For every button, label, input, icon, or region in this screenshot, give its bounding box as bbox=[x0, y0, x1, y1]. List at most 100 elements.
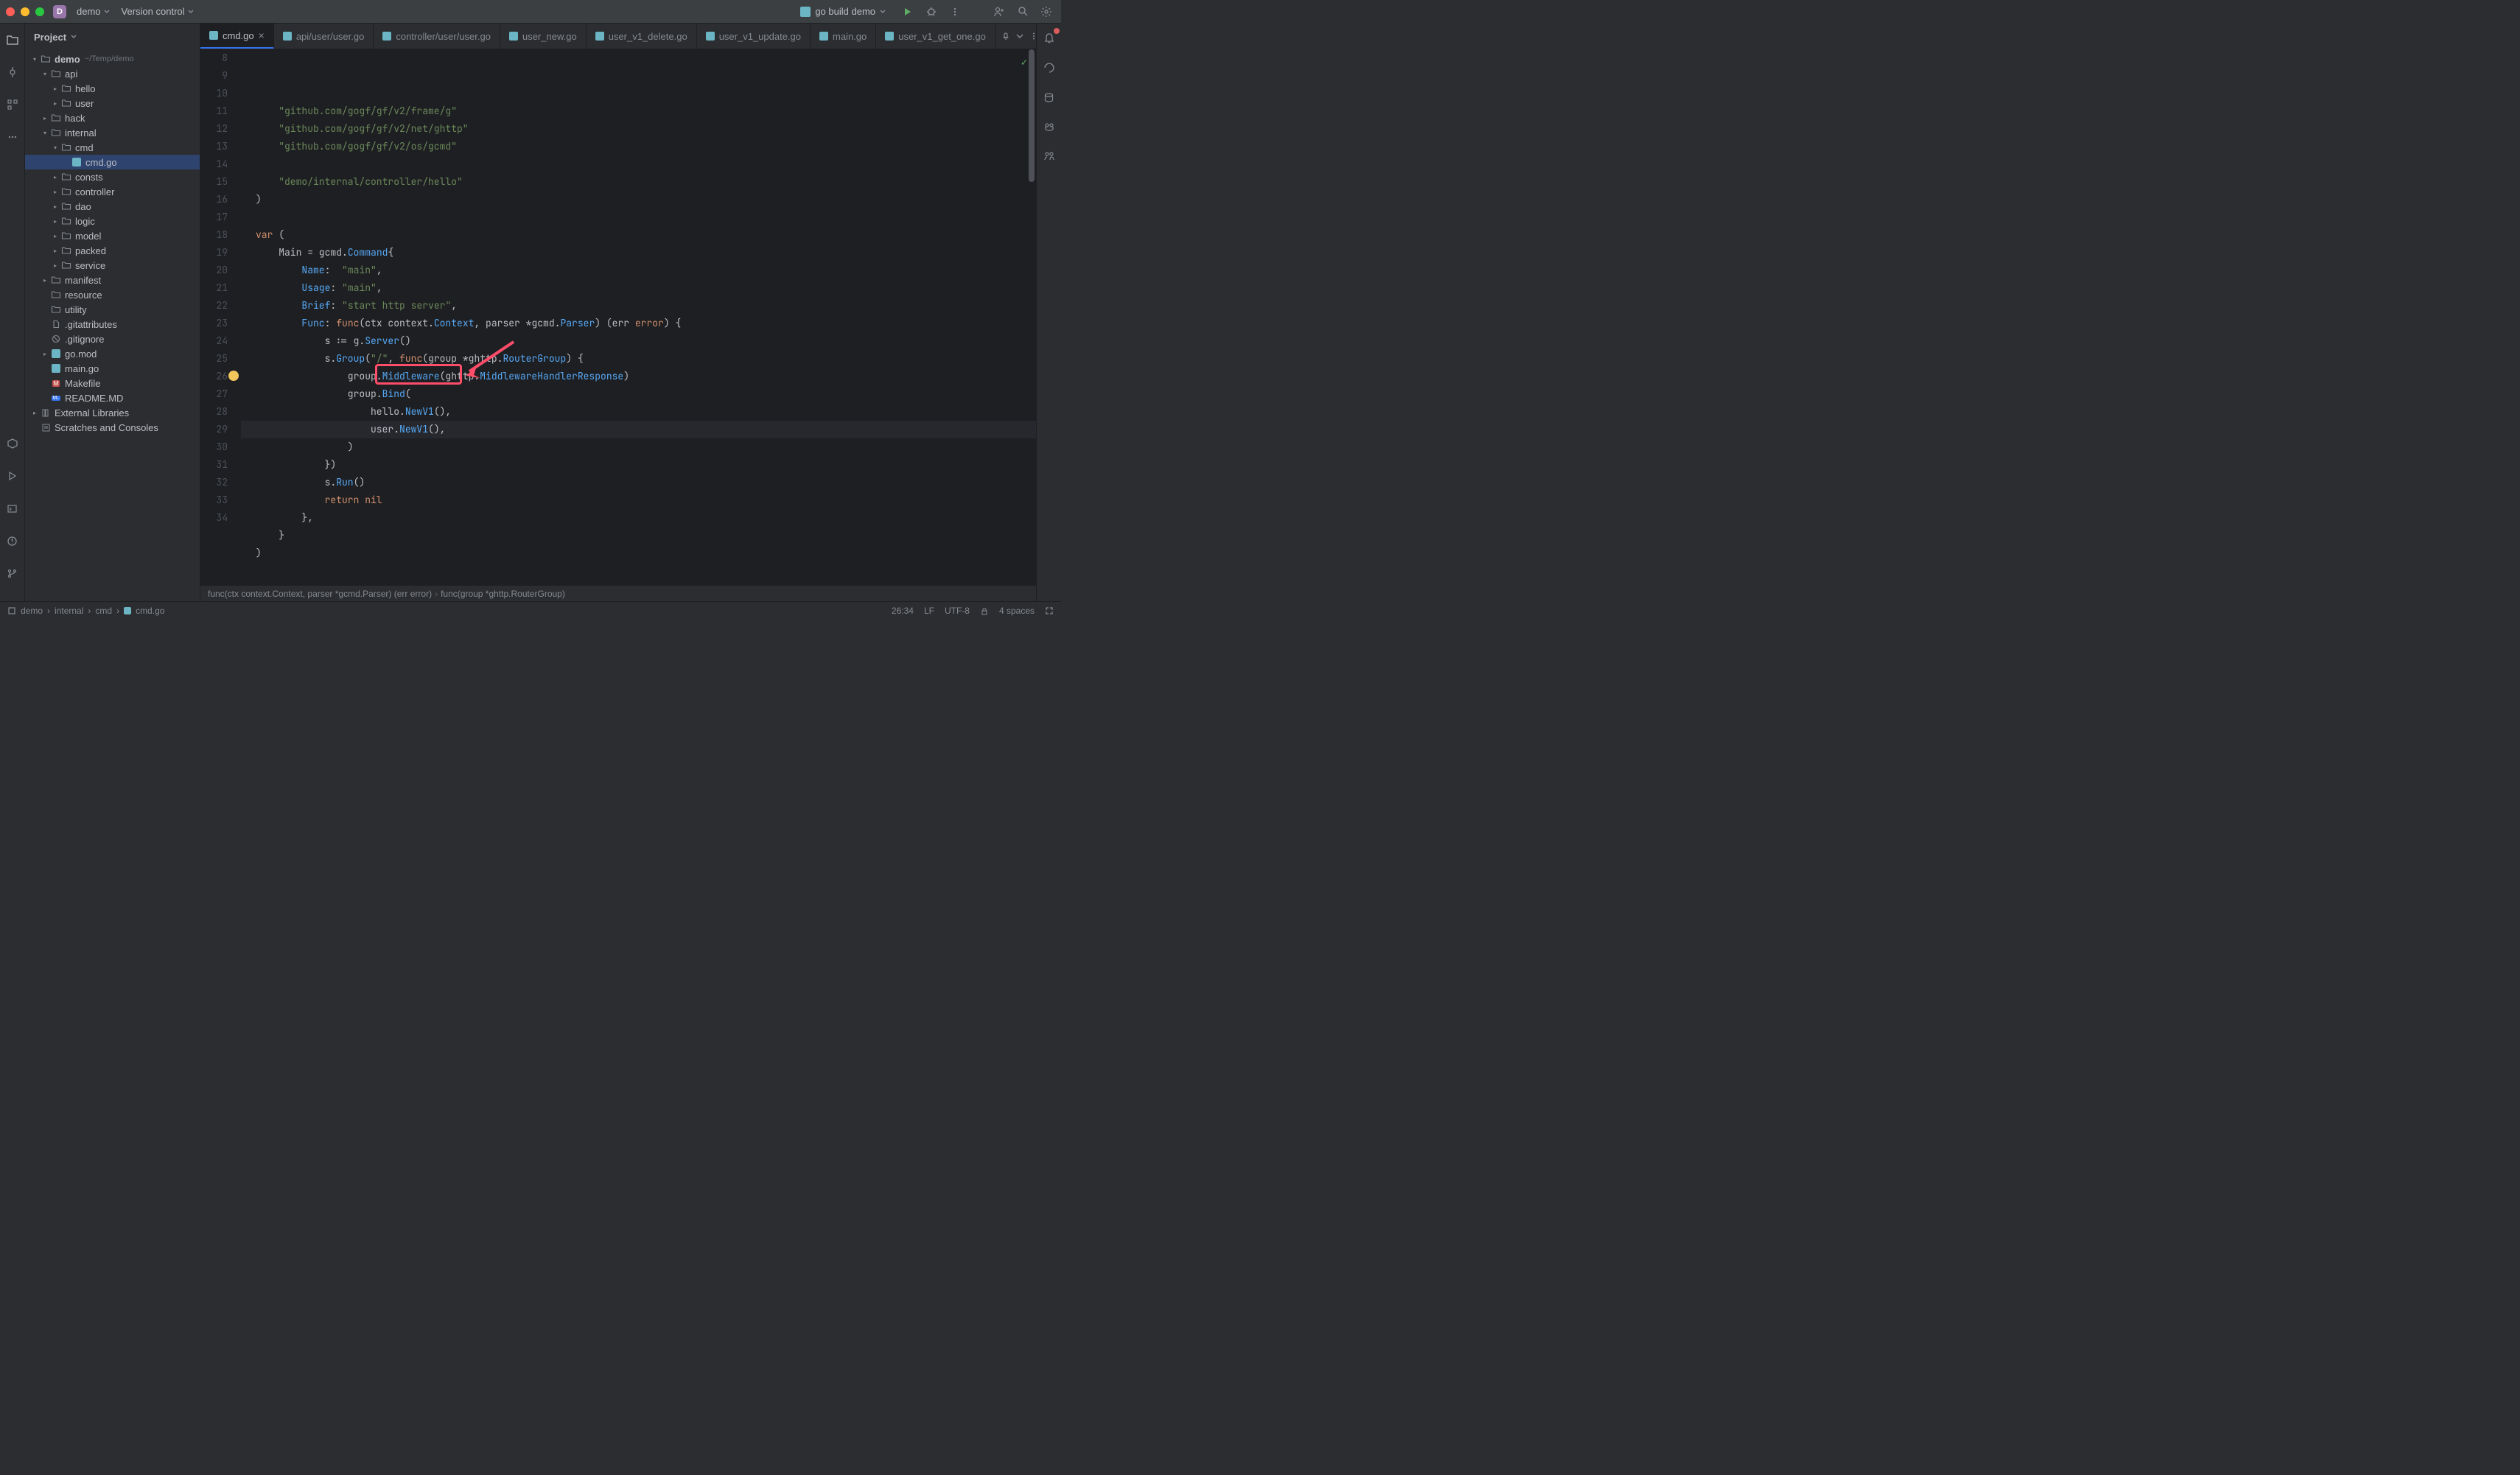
chevron-down-icon[interactable] bbox=[1016, 32, 1023, 40]
editor-tab[interactable]: user_v1_update.go bbox=[697, 24, 811, 49]
window-maximize-button[interactable] bbox=[35, 7, 44, 16]
line-number[interactable]: 13 bbox=[200, 138, 228, 155]
tree-item-api[interactable]: ▾api bbox=[25, 66, 200, 81]
line-number[interactable]: 27 bbox=[200, 385, 228, 403]
tree-item-go-mod[interactable]: ▸go.mod bbox=[25, 346, 200, 361]
line-number[interactable]: 26 bbox=[200, 368, 228, 385]
tree-arrow-icon[interactable]: ▸ bbox=[50, 186, 60, 197]
code-line[interactable]: ) bbox=[241, 191, 1036, 209]
line-number[interactable]: 10 bbox=[200, 85, 228, 102]
code-line[interactable]: "github.com/gogf/gf/v2/os/gcmd" bbox=[241, 138, 1036, 155]
code-line[interactable]: ) bbox=[241, 544, 1036, 562]
code-line[interactable]: } bbox=[241, 527, 1036, 544]
code-line[interactable]: Main = gcmd.Command{ bbox=[241, 244, 1036, 262]
line-number[interactable]: 16 bbox=[200, 191, 228, 209]
problems-tool-button[interactable] bbox=[4, 530, 21, 551]
code-line[interactable]: Brief: "start http server", bbox=[241, 297, 1036, 315]
window-minimize-button[interactable] bbox=[21, 7, 29, 16]
editor-tab[interactable]: main.go bbox=[811, 24, 876, 49]
version-control-dropdown[interactable]: Version control bbox=[116, 3, 200, 20]
tree-arrow-icon[interactable]: ▸ bbox=[50, 98, 60, 108]
editor-breadcrumb[interactable]: func(ctx context.Context, parser *gcmd.P… bbox=[200, 585, 1036, 601]
editor-tab[interactable]: api/user/user.go bbox=[274, 24, 374, 49]
line-number[interactable]: 19 bbox=[200, 244, 228, 262]
tree-arrow-icon[interactable]: ▸ bbox=[50, 245, 60, 256]
code-line[interactable] bbox=[241, 155, 1036, 173]
tree-arrow-icon[interactable]: ▸ bbox=[50, 83, 60, 94]
editor-tab[interactable]: cmd.go× bbox=[200, 24, 274, 49]
code-line[interactable]: hello.NewV1(), bbox=[241, 403, 1036, 421]
tree-arrow-icon[interactable]: ▾ bbox=[40, 127, 50, 138]
run-config-dropdown[interactable]: go build demo bbox=[793, 4, 893, 18]
breadcrumb-part[interactable]: cmd.go bbox=[136, 606, 164, 616]
code-line[interactable]: var ( bbox=[241, 226, 1036, 244]
tree-item-readme-md[interactable]: M↓README.MD bbox=[25, 390, 200, 405]
tree-item-scratches-and-consoles[interactable]: Scratches and Consoles bbox=[25, 420, 200, 435]
services-tool-button[interactable] bbox=[4, 433, 21, 454]
tree-arrow-icon[interactable]: ▸ bbox=[40, 275, 50, 285]
line-number[interactable]: 34 bbox=[200, 509, 228, 527]
breadcrumb-item[interactable]: func(group *ghttp.RouterGroup) bbox=[441, 589, 565, 599]
tree-item-hack[interactable]: ▸hack bbox=[25, 111, 200, 125]
line-number[interactable]: 20 bbox=[200, 262, 228, 279]
tree-arrow-icon[interactable] bbox=[60, 157, 71, 167]
scrollbar-thumb[interactable] bbox=[1029, 49, 1035, 182]
tree-arrow-icon[interactable]: ▸ bbox=[50, 231, 60, 241]
code-content[interactable]: "github.com/gogf/gf/v2/frame/g" "github.… bbox=[241, 49, 1036, 585]
tree-item-cmd-go[interactable]: cmd.go bbox=[25, 155, 200, 169]
project-dropdown[interactable]: demo bbox=[71, 3, 116, 20]
line-number[interactable]: 14 bbox=[200, 155, 228, 173]
tree-arrow-icon[interactable]: ▸ bbox=[40, 113, 50, 123]
line-separator[interactable]: LF bbox=[924, 606, 934, 616]
tree-item-consts[interactable]: ▸consts bbox=[25, 169, 200, 184]
tree-item-resource[interactable]: resource bbox=[25, 287, 200, 302]
tree-arrow-icon[interactable] bbox=[40, 319, 50, 329]
line-number[interactable]: 17 bbox=[200, 209, 228, 226]
line-number[interactable]: 33 bbox=[200, 491, 228, 509]
code-line[interactable]: s := g.Server() bbox=[241, 332, 1036, 350]
tree-item-user[interactable]: ▸user bbox=[25, 96, 200, 111]
code-line[interactable]: return nil bbox=[241, 491, 1036, 509]
code-with-me-button[interactable] bbox=[990, 3, 1008, 21]
code-line[interactable]: group.Bind( bbox=[241, 385, 1036, 403]
file-encoding[interactable]: UTF-8 bbox=[945, 606, 970, 616]
settings-button[interactable] bbox=[1037, 3, 1055, 21]
more-tools-button[interactable] bbox=[4, 127, 21, 147]
code-line[interactable]: "demo/internal/controller/hello" bbox=[241, 173, 1036, 191]
line-number[interactable]: 28 bbox=[200, 403, 228, 421]
breadcrumb-item[interactable]: func(ctx context.Context, parser *gcmd.P… bbox=[208, 589, 432, 599]
code-line[interactable]: }, bbox=[241, 509, 1036, 527]
tree-item-hello[interactable]: ▸hello bbox=[25, 81, 200, 96]
tree-item-demo[interactable]: ▾demo~/Temp/demo bbox=[25, 52, 200, 66]
code-editor[interactable]: 8910111213141516171819202122232425262728… bbox=[200, 49, 1036, 585]
tree-item-utility[interactable]: utility bbox=[25, 302, 200, 317]
line-number[interactable]: 22 bbox=[200, 297, 228, 315]
code-line[interactable]: user.NewV1(), bbox=[241, 421, 1036, 438]
collaborate-button[interactable] bbox=[1040, 147, 1058, 165]
tree-arrow-icon[interactable] bbox=[40, 304, 50, 315]
tree-arrow-icon[interactable]: ▾ bbox=[50, 142, 60, 153]
breadcrumb-part[interactable]: demo bbox=[21, 606, 43, 616]
tree-item-logic[interactable]: ▸logic bbox=[25, 214, 200, 228]
tree-arrow-icon[interactable]: ▸ bbox=[40, 348, 50, 359]
line-number[interactable]: 15 bbox=[200, 173, 228, 191]
code-line[interactable]: "github.com/gogf/gf/v2/frame/g" bbox=[241, 102, 1036, 120]
code-line[interactable]: "github.com/gogf/gf/v2/net/ghttp" bbox=[241, 120, 1036, 138]
editor-tab[interactable]: user_v1_get_one.go bbox=[876, 24, 995, 49]
tree-arrow-icon[interactable] bbox=[40, 334, 50, 344]
tree-arrow-icon[interactable] bbox=[40, 290, 50, 300]
tree-arrow-icon[interactable]: ▸ bbox=[50, 216, 60, 226]
cursor-position[interactable]: 26:34 bbox=[892, 606, 914, 616]
line-number[interactable]: 24 bbox=[200, 332, 228, 350]
tree-item-makefile[interactable]: MMakefile bbox=[25, 376, 200, 390]
ai-assistant-button[interactable] bbox=[1040, 59, 1058, 77]
line-number[interactable]: 12 bbox=[200, 120, 228, 138]
tree-arrow-icon[interactable]: ▾ bbox=[29, 54, 40, 64]
tree-arrow-icon[interactable] bbox=[40, 363, 50, 374]
tree-arrow-icon[interactable]: ▸ bbox=[50, 201, 60, 211]
run-button[interactable] bbox=[899, 3, 917, 21]
tree-item-service[interactable]: ▸service bbox=[25, 258, 200, 273]
tree-item--gitignore[interactable]: .gitignore bbox=[25, 332, 200, 346]
intention-bulb-icon[interactable] bbox=[228, 371, 239, 381]
search-everywhere-button[interactable] bbox=[1014, 3, 1032, 21]
